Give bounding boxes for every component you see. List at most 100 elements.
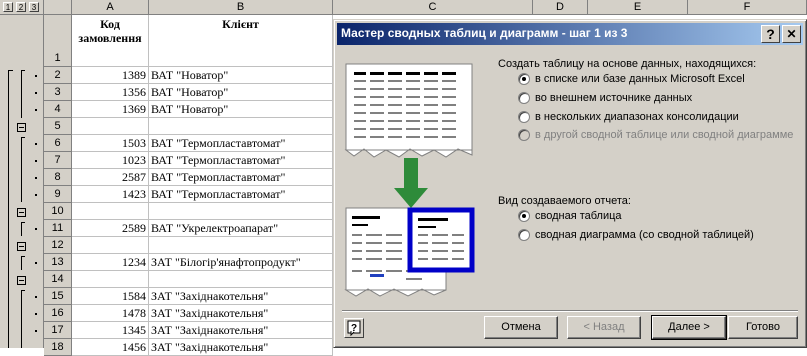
column-header-a[interactable]: A <box>72 0 149 15</box>
source-option-external[interactable]: во внешнем источнике данных <box>518 92 692 104</box>
row-header[interactable]: 13 <box>44 254 72 271</box>
radio-button[interactable] <box>518 92 530 104</box>
radio-button[interactable] <box>518 210 530 222</box>
row-header[interactable]: 4 <box>44 101 72 118</box>
outline-dot <box>35 330 37 332</box>
client-cell[interactable] <box>149 271 333 288</box>
row-header[interactable]: 16 <box>44 305 72 322</box>
client-cell[interactable] <box>149 203 333 220</box>
client-cell[interactable]: ВАТ "Новатор" <box>149 84 333 101</box>
collapse-group-button[interactable] <box>17 242 26 251</box>
client-cell[interactable]: ВАТ "Термопластавтомат" <box>149 169 333 186</box>
order-code-cell[interactable]: 2589 <box>72 220 149 237</box>
column-header-c[interactable]: C <box>333 0 533 15</box>
column-header-f[interactable]: F <box>688 0 807 15</box>
order-code-cell[interactable]: 1584 <box>72 288 149 305</box>
client-cell[interactable]: ВАТ "Укрелектроапарат" <box>149 220 333 237</box>
outline-bracket-level1 <box>8 70 9 348</box>
client-cell[interactable]: ЗАТ "Білогір'янафтопродукт" <box>149 254 333 271</box>
outline-gutter <box>0 15 44 348</box>
order-code-cell[interactable]: 1503 <box>72 135 149 152</box>
outline-group-termoplast <box>21 137 22 202</box>
row-header[interactable]: 6 <box>44 135 72 152</box>
client-cell[interactable]: ВАТ "Новатор" <box>149 101 333 118</box>
outline-group-ukrelektro <box>21 222 22 236</box>
order-code-cell[interactable]: 1345 <box>72 322 149 339</box>
collapse-group-button[interactable] <box>17 208 26 217</box>
column-header-b[interactable]: B <box>149 0 333 15</box>
outline-level-2-button[interactable]: 2 <box>16 2 26 12</box>
collapse-group-button[interactable] <box>17 276 26 285</box>
order-code-cell[interactable]: 1389 <box>72 67 149 84</box>
client-cell[interactable]: ВАТ "Термопластавтомат" <box>149 135 333 152</box>
collapse-group-button[interactable] <box>17 123 26 132</box>
order-code-cell[interactable] <box>72 237 149 254</box>
client-cell[interactable]: ВАТ "Термопластавтомат" <box>149 186 333 203</box>
order-code-cell[interactable]: 1478 <box>72 305 149 322</box>
outline-dot <box>35 109 37 111</box>
row-header[interactable]: 15 <box>44 288 72 305</box>
order-code-cell[interactable]: 1234 <box>72 254 149 271</box>
column-header-e[interactable]: E <box>588 0 688 15</box>
outline-dot <box>35 296 37 298</box>
outline-group-termoplast-top <box>21 137 25 138</box>
client-cell[interactable] <box>149 237 333 254</box>
outline-level-1-button[interactable]: 1 <box>3 2 13 12</box>
client-cell[interactable]: ЗАТ "Західнакотельня" <box>149 322 333 339</box>
header-code-cell[interactable]: Код замовлення <box>72 15 149 67</box>
help-title-button[interactable]: ? <box>761 25 780 43</box>
source-option-label: в другой сводной таблице или сводной диа… <box>535 129 794 141</box>
cancel-button[interactable]: Отмена <box>484 316 558 339</box>
client-cell[interactable]: ВАТ "Термопластавтомат" <box>149 152 333 169</box>
order-code-cell[interactable] <box>72 203 149 220</box>
order-code-cell[interactable]: 1423 <box>72 186 149 203</box>
row-header[interactable]: 10 <box>44 203 72 220</box>
radio-button[interactable] <box>518 73 530 85</box>
order-code-cell[interactable] <box>72 271 149 288</box>
select-all-corner[interactable] <box>44 0 72 15</box>
finish-button[interactable]: Готово <box>728 316 798 339</box>
outline-dot <box>35 262 37 264</box>
outline-level-3-button[interactable]: 3 <box>29 2 39 12</box>
row-header[interactable]: 8 <box>44 169 72 186</box>
column-header-d[interactable]: D <box>533 0 588 15</box>
row-header[interactable]: 3 <box>44 84 72 101</box>
outline-dot <box>35 75 37 77</box>
client-cell[interactable] <box>149 118 333 135</box>
order-code-cell[interactable]: 1369 <box>72 101 149 118</box>
source-option-excel-list[interactable]: в списке или базе данных Microsoft Excel <box>518 73 745 85</box>
row-header[interactable]: 17 <box>44 322 72 339</box>
order-code-cell[interactable] <box>72 118 149 135</box>
row-header[interactable]: 11 <box>44 220 72 237</box>
row-header[interactable]: 7 <box>44 152 72 169</box>
report-option-pivot-chart[interactable]: сводная диаграмма (со сводной таблицей) <box>518 229 754 241</box>
help-button[interactable]: ? <box>344 318 364 338</box>
row-header-1[interactable]: 1 <box>44 15 72 67</box>
radio-button[interactable] <box>518 229 530 241</box>
client-cell[interactable]: ВАТ "Новатор" <box>149 67 333 84</box>
order-code-cell[interactable]: 1356 <box>72 84 149 101</box>
report-option-pivot-table[interactable]: сводная таблица <box>518 210 622 222</box>
client-cell[interactable]: ЗАТ "Західнакотельня" <box>149 305 333 322</box>
svg-text:?: ? <box>351 323 357 334</box>
help-icon: ? <box>347 320 361 337</box>
source-option-other-pivot: в другой сводной таблице или сводной диа… <box>518 129 793 141</box>
row-header[interactable]: 12 <box>44 237 72 254</box>
row-header[interactable]: 9 <box>44 186 72 203</box>
row-header[interactable]: 2 <box>44 67 72 84</box>
outline-group-novator-top <box>21 70 25 71</box>
outline-dot <box>35 160 37 162</box>
row-header[interactable]: 14 <box>44 271 72 288</box>
source-option-consolidation[interactable]: в нескольких диапазонах консолидации <box>518 111 739 123</box>
radio-button <box>518 129 530 141</box>
close-button[interactable]: ✕ <box>782 25 801 43</box>
row-header[interactable]: 5 <box>44 118 72 135</box>
header-client-cell[interactable]: Клієнт <box>149 15 333 67</box>
radio-button[interactable] <box>518 111 530 123</box>
dialog-titlebar[interactable]: Мастер сводных таблиц и диаграмм - шаг 1… <box>337 23 803 45</box>
order-code-cell[interactable]: 1023 <box>72 152 149 169</box>
next-button[interactable]: Далее > <box>651 315 727 340</box>
client-cell[interactable]: ЗАТ "Західнакотельня" <box>149 288 333 305</box>
order-code-cell[interactable]: 2587 <box>72 169 149 186</box>
back-button[interactable]: < Назад <box>567 316 641 339</box>
